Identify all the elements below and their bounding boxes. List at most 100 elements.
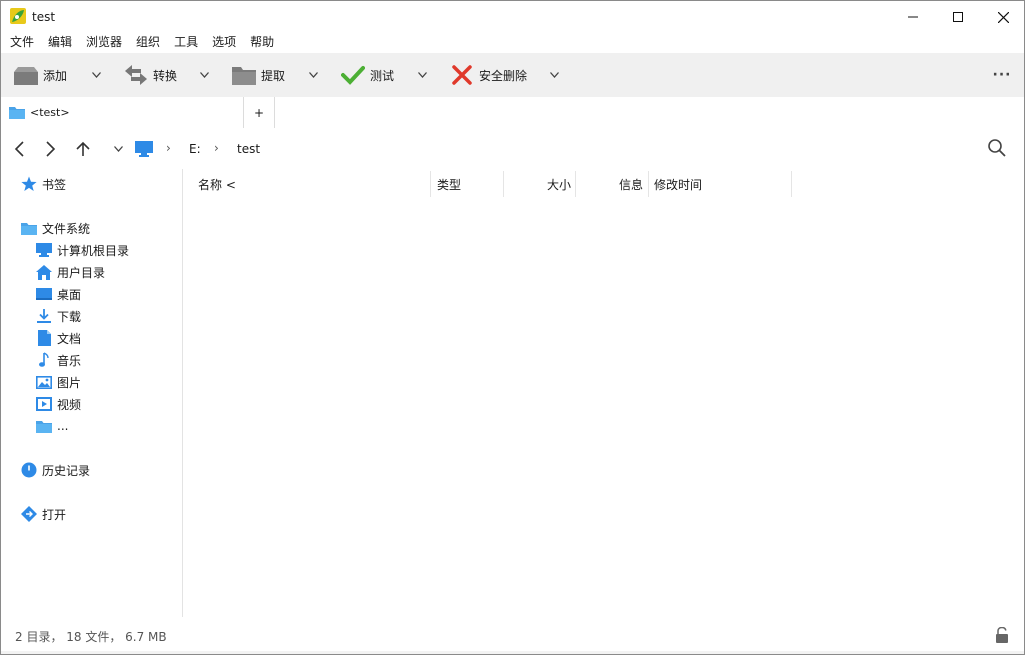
chevron-down-icon — [91, 72, 101, 78]
document-icon — [36, 330, 52, 346]
close-button[interactable] — [980, 1, 1024, 33]
up-button[interactable] — [71, 137, 95, 161]
sidebar-item-desktop[interactable]: 桌面 — [1, 283, 81, 305]
minimize-icon — [908, 16, 918, 18]
download-icon — [36, 308, 52, 324]
forward-button[interactable] — [39, 137, 63, 161]
unlock-icon[interactable] — [995, 627, 1009, 643]
convert-label: 转换 — [153, 68, 178, 83]
sidebar-item-label: 计算机根目录 — [57, 243, 130, 258]
file-list-header: 名称 < 类型 大小 信息 修改时间 — [184, 171, 1024, 197]
sidebar-label: 打开 — [42, 507, 67, 522]
sidebar-history[interactable]: 历史记录 — [1, 459, 90, 481]
extract-dropdown[interactable] — [303, 53, 323, 97]
sidebar-item-more[interactable]: ... — [1, 415, 68, 437]
sidebar-item-label: 视频 — [57, 397, 82, 412]
maximize-icon — [953, 12, 963, 22]
secure-delete-label: 安全删除 — [479, 68, 528, 83]
folder-icon — [21, 220, 37, 236]
sidebar-item-label: 文档 — [57, 331, 82, 346]
chevron-down-icon — [549, 72, 559, 78]
sidebar: 书签 文件系统 计算机根目录 用户目录 桌面 下载 文档 音乐 图片 视频 ..… — [1, 169, 183, 617]
breadcrumb-separator: › — [166, 141, 171, 155]
menu-edit[interactable]: 编辑 — [40, 33, 78, 53]
chevron-left-icon — [14, 141, 24, 157]
minimize-button[interactable] — [890, 1, 936, 33]
sidebar-item-label: 下载 — [57, 309, 82, 324]
secure-delete-dropdown[interactable] — [544, 53, 564, 97]
sidebar-item-label: 桌面 — [57, 287, 82, 302]
sidebar-label: 文件系统 — [42, 221, 91, 236]
status-bar: 2 目录， 18 文件， 6.7 MB — [1, 620, 1024, 650]
extract-label: 提取 — [261, 68, 286, 83]
add-dropdown[interactable] — [86, 53, 106, 97]
back-button[interactable] — [7, 137, 31, 161]
column-name-header[interactable]: 名称 < — [184, 171, 431, 197]
video-icon — [36, 396, 52, 412]
sidebar-item-documents[interactable]: 文档 — [1, 327, 81, 349]
chevron-down-icon — [113, 146, 123, 152]
menu-tools[interactable]: 工具 — [166, 33, 204, 53]
delete-x-icon — [449, 62, 475, 88]
open-arrow-icon — [21, 506, 37, 522]
menu-options[interactable]: 选项 — [204, 33, 242, 53]
breadcrumb-folder[interactable]: test — [237, 142, 260, 156]
music-icon — [36, 352, 52, 368]
more-options-button[interactable]: ··· — [989, 65, 1015, 85]
sidebar-item-computer-root[interactable]: 计算机根目录 — [1, 239, 129, 261]
sidebar-item-label: 用户目录 — [57, 265, 106, 280]
menu-organize[interactable]: 组织 — [128, 33, 166, 53]
column-modified-header[interactable]: 修改时间 — [649, 171, 792, 197]
sidebar-item-pictures[interactable]: 图片 — [1, 371, 81, 393]
chevron-down-icon — [308, 72, 318, 78]
column-size-header[interactable]: 大小 — [504, 171, 576, 197]
status-text: 2 目录， 18 文件， 6.7 MB — [15, 630, 167, 644]
sidebar-item-label: 音乐 — [57, 353, 82, 368]
arrow-up-icon — [76, 141, 90, 156]
star-icon — [21, 176, 37, 192]
sidebar-bookmarks[interactable]: 书签 — [1, 173, 66, 195]
computer-root-button[interactable] — [132, 137, 156, 161]
tab-test[interactable]: <test> — [1, 97, 244, 128]
computer-icon — [36, 242, 52, 258]
column-type-header[interactable]: 类型 — [431, 171, 504, 197]
test-label: 测试 — [370, 68, 395, 83]
convert-button[interactable]: 转换 — [123, 53, 177, 97]
history-dropdown[interactable] — [106, 137, 130, 161]
menu-browser[interactable]: 浏览器 — [78, 33, 128, 53]
column-info-header[interactable]: 信息 — [576, 171, 649, 197]
convert-icon — [123, 62, 149, 88]
background-window-edge — [1, 651, 1024, 654]
sidebar-filesystem[interactable]: 文件系统 — [1, 217, 90, 239]
chevron-down-icon — [199, 72, 209, 78]
menu-file[interactable]: 文件 — [1, 33, 40, 53]
picture-icon — [36, 374, 52, 390]
add-button[interactable]: 添加 — [13, 53, 67, 97]
test-dropdown[interactable] — [412, 53, 432, 97]
app-window: test 文件 编辑 浏览器 组织 工具 选项 帮助 添加 转换 提取 测试 安… — [0, 0, 1025, 655]
convert-dropdown[interactable] — [194, 53, 214, 97]
sidebar-item-user-home[interactable]: 用户目录 — [1, 261, 105, 283]
secure-delete-button[interactable]: 安全删除 — [449, 53, 527, 97]
new-tab-button[interactable]: + — [244, 97, 275, 128]
sidebar-item-music[interactable]: 音乐 — [1, 349, 81, 371]
add-label: 添加 — [43, 68, 68, 83]
extract-button[interactable]: 提取 — [231, 53, 285, 97]
check-icon — [340, 62, 366, 88]
sidebar-item-videos[interactable]: 视频 — [1, 393, 81, 415]
maximize-button[interactable] — [935, 1, 981, 33]
tab-bar: <test> + — [1, 97, 1024, 130]
breadcrumb-separator: › — [214, 141, 219, 155]
test-button[interactable]: 测试 — [340, 53, 394, 97]
file-list[interactable] — [184, 197, 1024, 617]
toolbar: 添加 转换 提取 测试 安全删除 ··· — [1, 53, 1024, 97]
breadcrumb-drive[interactable]: E: — [189, 142, 201, 156]
sidebar-item-downloads[interactable]: 下载 — [1, 305, 81, 327]
menu-bar: 文件 编辑 浏览器 组织 工具 选项 帮助 — [1, 33, 280, 53]
sidebar-open[interactable]: 打开 — [1, 503, 66, 525]
sidebar-item-label: ... — [57, 419, 69, 433]
extract-folder-icon — [231, 62, 257, 88]
menu-help[interactable]: 帮助 — [242, 33, 280, 53]
search-button[interactable] — [987, 138, 1011, 162]
computer-icon — [135, 141, 153, 157]
